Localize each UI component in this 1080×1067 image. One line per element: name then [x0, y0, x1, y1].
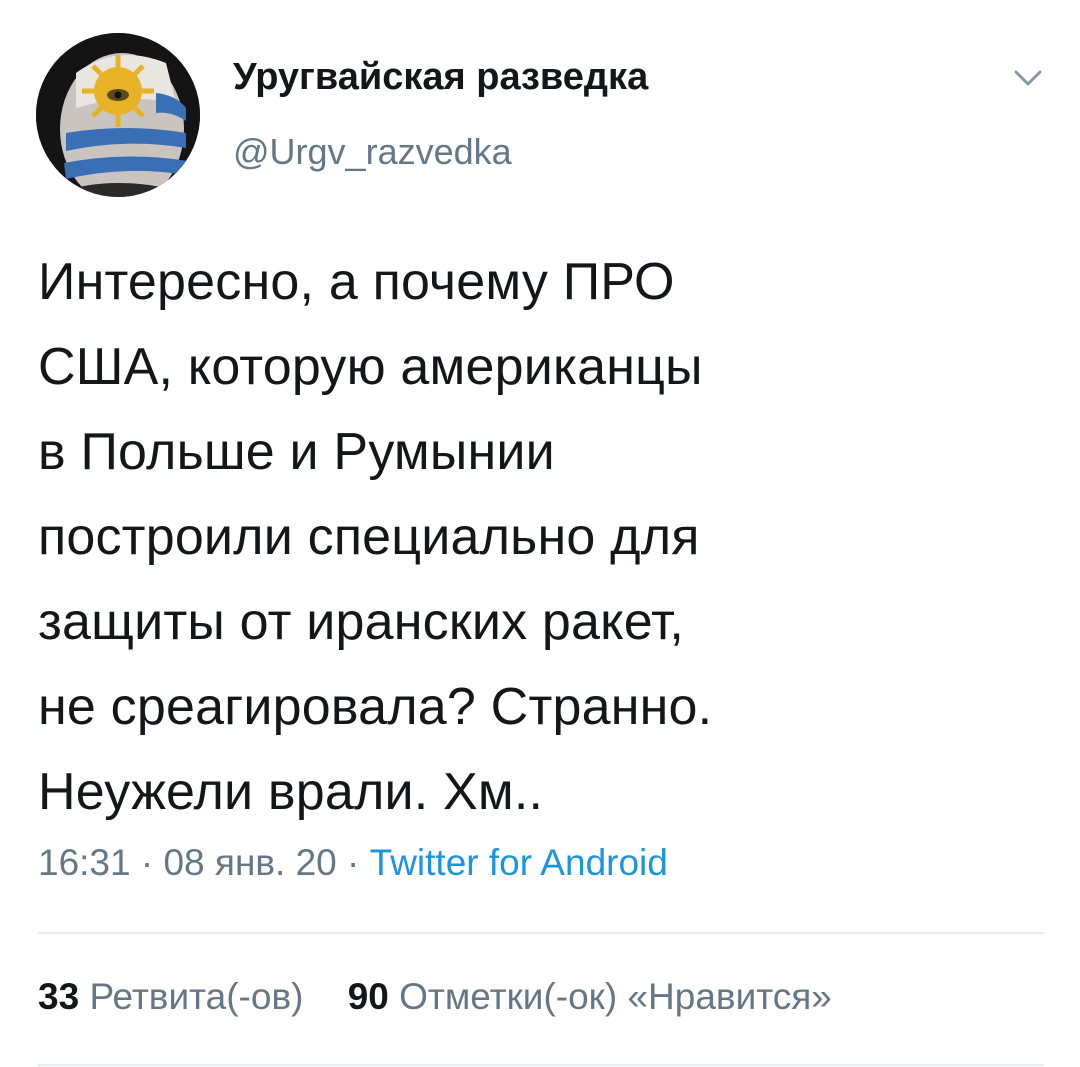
tweet-text-line: построили специально для	[38, 508, 700, 566]
avatar[interactable]	[36, 33, 200, 197]
tweet-date[interactable]: 08 янв. 20	[163, 842, 336, 883]
tweet-text-line: США, которую американцы	[38, 338, 703, 396]
divider	[38, 1064, 1044, 1066]
display-name[interactable]: Уругвайская разведка	[233, 56, 648, 99]
tweet-card: Уругвайская разведка @Urgv_razvedka Инте…	[0, 0, 1080, 1067]
tweet-text-line: не среагировала? Странно.	[38, 678, 713, 736]
retweets-label: Ретвита(-ов)	[89, 976, 304, 1017]
user-handle[interactable]: @Urgv_razvedka	[233, 131, 512, 173]
tweet-text: Интересно, а почему ПРО США, которую аме…	[38, 240, 1048, 835]
tweet-text-line: Интересно, а почему ПРО	[38, 253, 675, 311]
tweet-stats: 33 Ретвита(-ов) 90 Отметки(-ок) «Нравитс…	[38, 976, 832, 1018]
meta-separator: ·	[347, 842, 360, 883]
chevron-down-icon[interactable]	[1008, 60, 1048, 96]
uruguay-face-paint-avatar-icon	[36, 33, 200, 197]
tweet-text-line: Неужели врали. Хм..	[38, 763, 544, 821]
likes-label: Отметки(-ок) «Нравится»	[399, 976, 832, 1017]
tweet-time[interactable]: 16:31	[38, 842, 131, 883]
likes-count: 90	[347, 976, 389, 1017]
tweet-meta: 16:31 · 08 янв. 20 · Twitter for Android	[38, 842, 668, 884]
divider	[38, 932, 1044, 934]
tweet-source-link[interactable]: Twitter for Android	[370, 842, 668, 883]
retweets-stat[interactable]: 33 Ретвита(-ов)	[38, 976, 314, 1017]
tweet-text-line: защиты от иранских ракет,	[38, 593, 684, 651]
meta-separator: ·	[140, 842, 154, 883]
retweets-count: 33	[38, 976, 80, 1017]
likes-stat[interactable]: 90 Отметки(-ок) «Нравится»	[348, 976, 832, 1017]
tweet-text-line: в Польше и Румынии	[38, 423, 555, 481]
